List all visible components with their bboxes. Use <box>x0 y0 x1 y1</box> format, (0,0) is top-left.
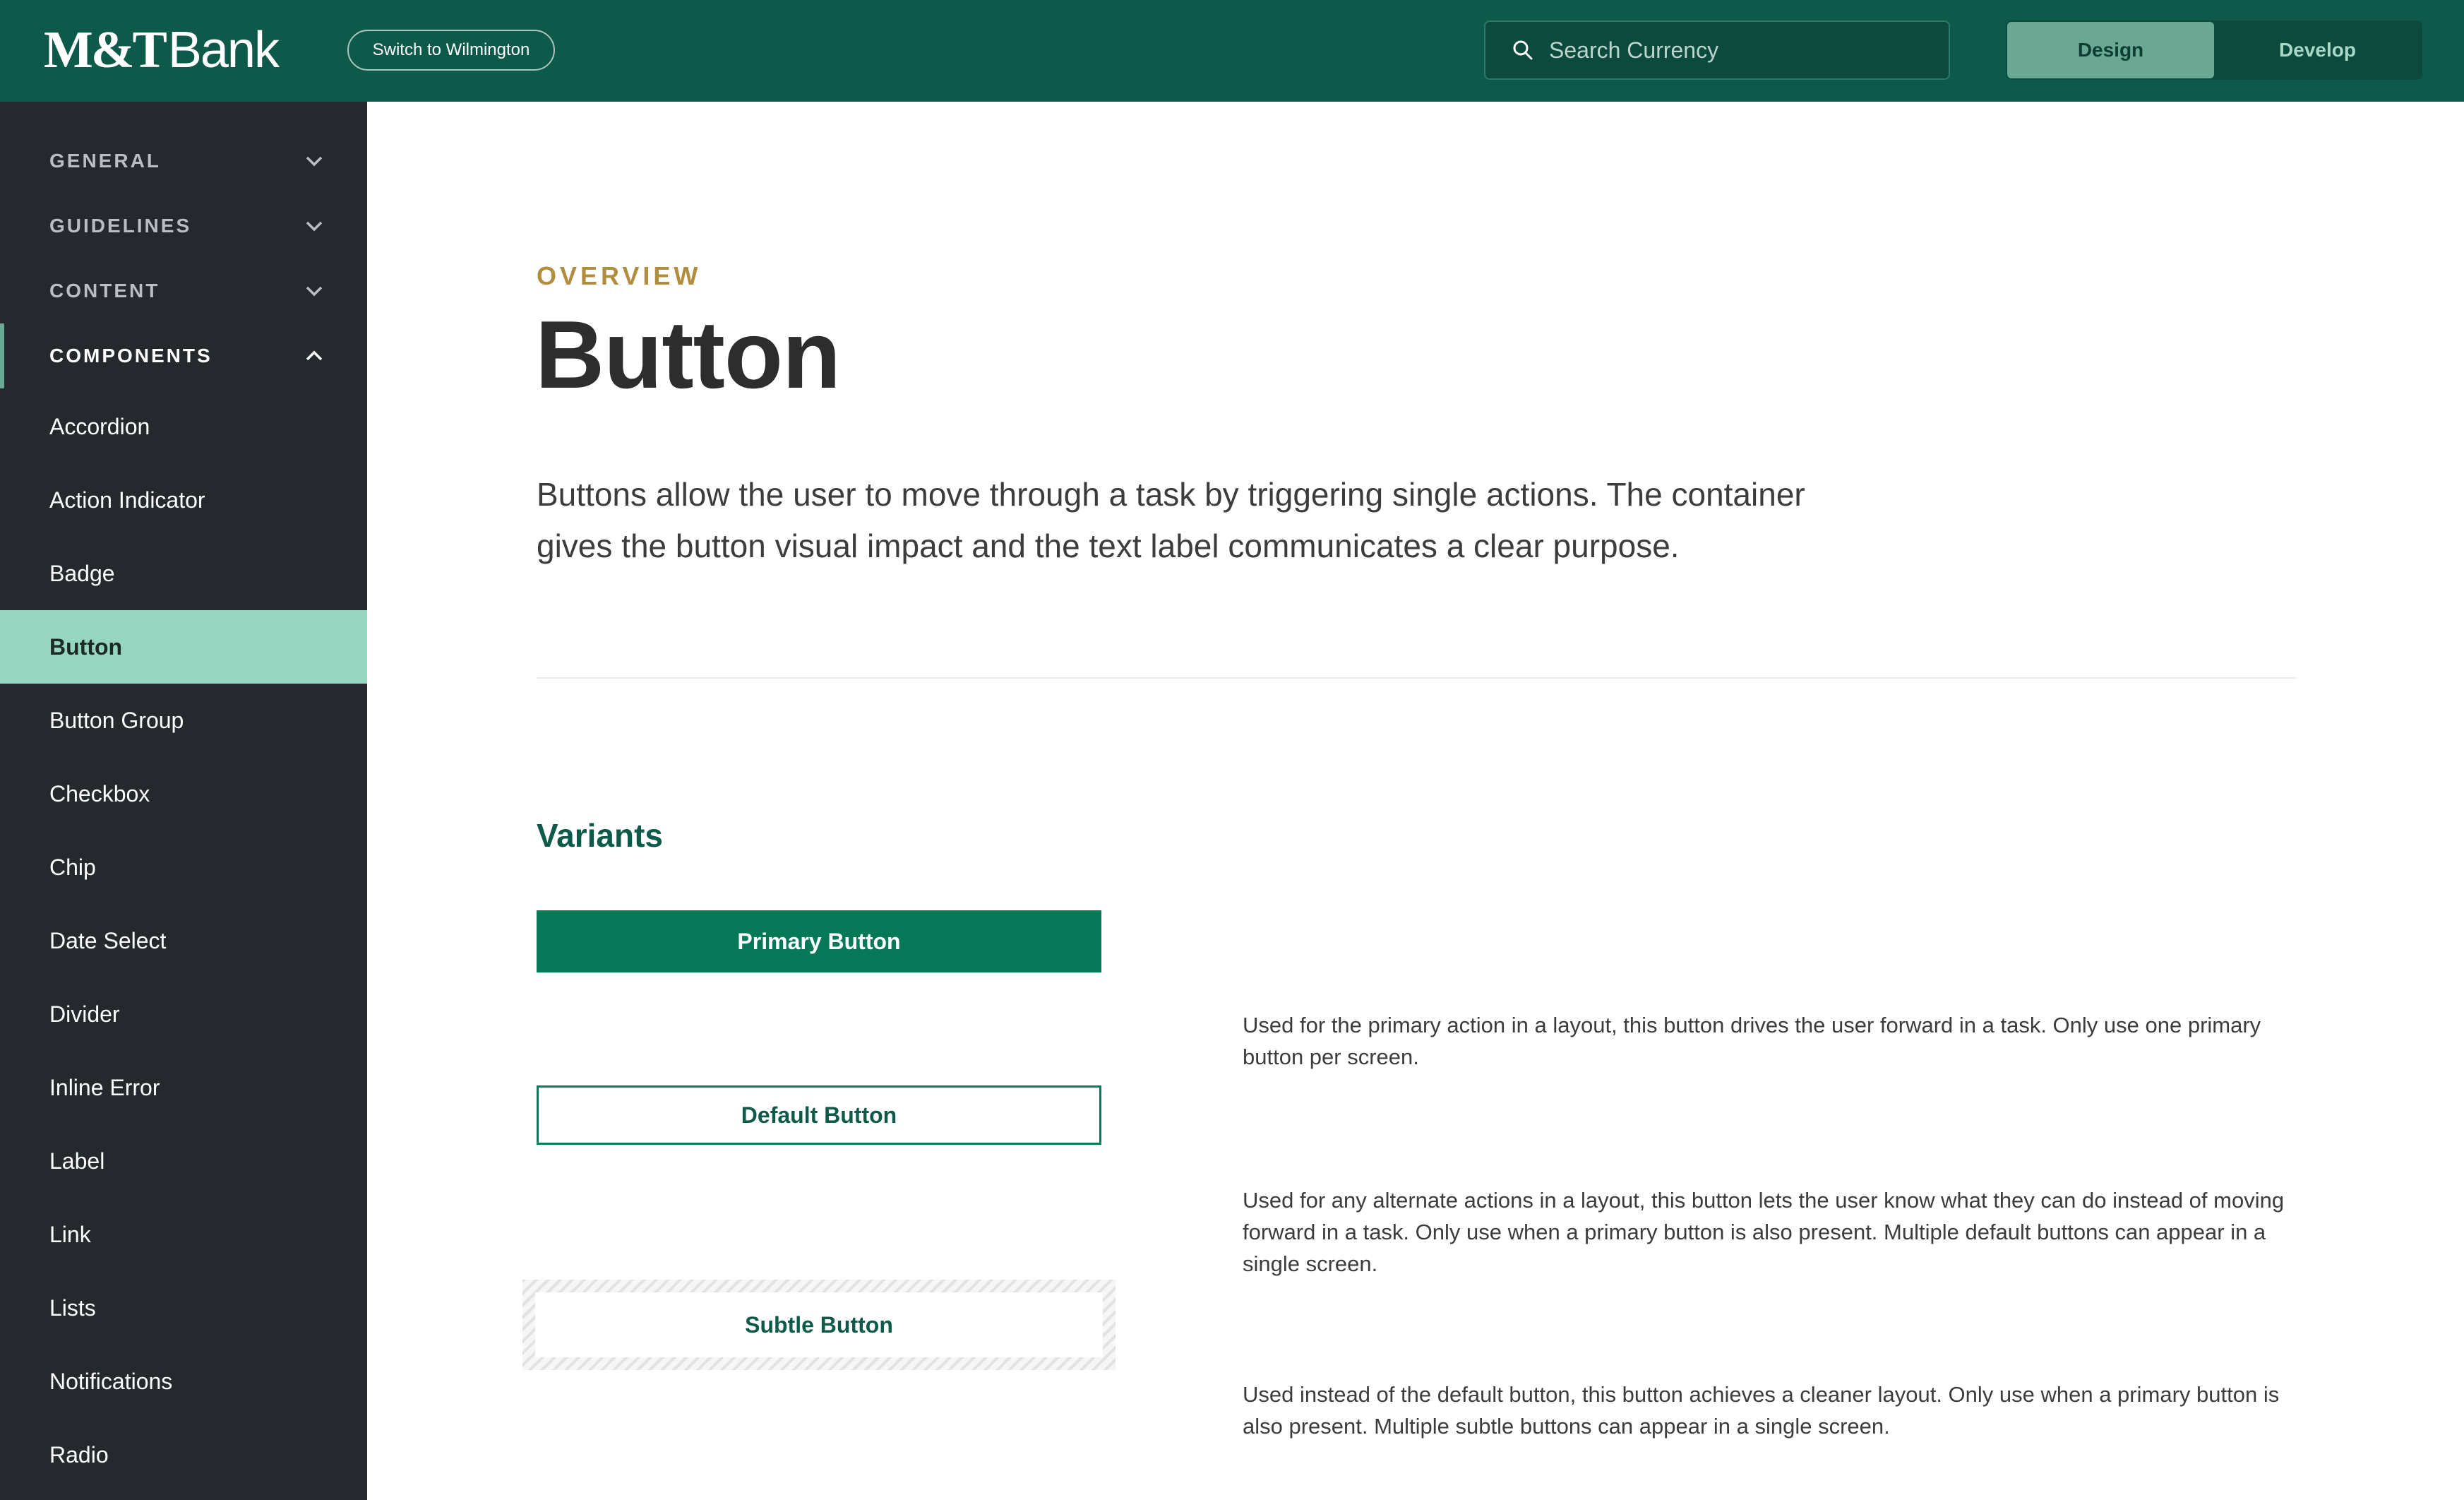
default-button-example[interactable]: Default Button <box>537 1085 1101 1145</box>
switch-to-wilmington-button[interactable]: Switch to Wilmington <box>347 30 555 71</box>
page-title: Button <box>535 301 841 408</box>
search-icon <box>1513 40 1533 60</box>
primary-button-description: Used for the primary action in a layout,… <box>1243 1013 2261 1069</box>
sidebar-item-button-group[interactable]: Button Group <box>0 684 367 757</box>
logo-bank-text: Bank <box>167 22 280 78</box>
mt-bank-logo[interactable]: M&T Bank <box>44 18 280 82</box>
variants-heading: Variants <box>537 817 663 854</box>
sidebar-item-label[interactable]: Label <box>0 1124 367 1198</box>
chevron-down-icon <box>306 286 323 297</box>
section-divider <box>537 677 2297 679</box>
overview-eyebrow: OVERVIEW <box>537 261 702 290</box>
sidebar-item-chip[interactable]: Chip <box>0 831 367 904</box>
subtle-button-padding-indicator: Subtle Button <box>522 1280 1116 1370</box>
sidebar-item-radio[interactable]: Radio <box>0 1418 367 1492</box>
section-label: CONTENT <box>49 280 160 302</box>
mode-toggle: Design Develop <box>2006 20 2422 80</box>
sidebar-item-notifications[interactable]: Notifications <box>0 1345 367 1418</box>
subtle-button-description: Used instead of the default button, this… <box>1243 1382 2280 1439</box>
sidebar-section-components[interactable]: COMPONENTS <box>0 323 367 388</box>
design-mode-button[interactable]: Design <box>2007 22 2214 78</box>
sidebar-item-button[interactable]: Button <box>0 610 367 684</box>
section-label: GENERAL <box>49 150 161 172</box>
main-content: OVERVIEW Button Buttons allow the user t… <box>367 102 2464 1500</box>
primary-button-example[interactable]: Primary Button <box>537 910 1101 972</box>
develop-mode-button[interactable]: Develop <box>2214 22 2421 78</box>
sidebar-item-lists[interactable]: Lists <box>0 1271 367 1345</box>
subtle-button-example[interactable]: Subtle Button <box>535 1292 1103 1357</box>
top-header: M&T Bank Switch to Wilmington Design Dev… <box>0 0 2464 102</box>
section-label: COMPONENTS <box>49 345 213 367</box>
sidebar-nav: GENERAL GUIDELINES CONTENT COMPONENTS Ac… <box>0 102 367 1500</box>
sidebar-item-accordion[interactable]: Accordion <box>0 390 367 463</box>
sidebar-item-divider[interactable]: Divider <box>0 977 367 1051</box>
default-button-description: Used for any alternate actions in a layo… <box>1243 1188 2285 1276</box>
sidebar-item-badge[interactable]: Badge <box>0 537 367 610</box>
sidebar-section-general[interactable]: GENERAL <box>0 129 367 194</box>
section-label: GUIDELINES <box>49 215 192 237</box>
chevron-down-icon <box>306 156 323 167</box>
intro-paragraph: Buttons allow the user to move through a… <box>537 476 1805 564</box>
chevron-up-icon <box>306 350 323 361</box>
sidebar-section-content[interactable]: CONTENT <box>0 258 367 323</box>
search-input[interactable] <box>1549 37 1916 64</box>
sidebar-section-guidelines[interactable]: GUIDELINES <box>0 194 367 258</box>
search-box[interactable] <box>1484 20 1950 80</box>
sidebar-item-action-indicator[interactable]: Action Indicator <box>0 463 367 537</box>
sidebar-item-inline-error[interactable]: Inline Error <box>0 1051 367 1124</box>
chevron-down-icon <box>306 221 323 232</box>
sidebar-item-link[interactable]: Link <box>0 1198 367 1271</box>
sidebar-item-date-select[interactable]: Date Select <box>0 904 367 977</box>
sidebar-item-checkbox[interactable]: Checkbox <box>0 757 367 831</box>
logo-mt-text: M&T <box>44 20 167 79</box>
